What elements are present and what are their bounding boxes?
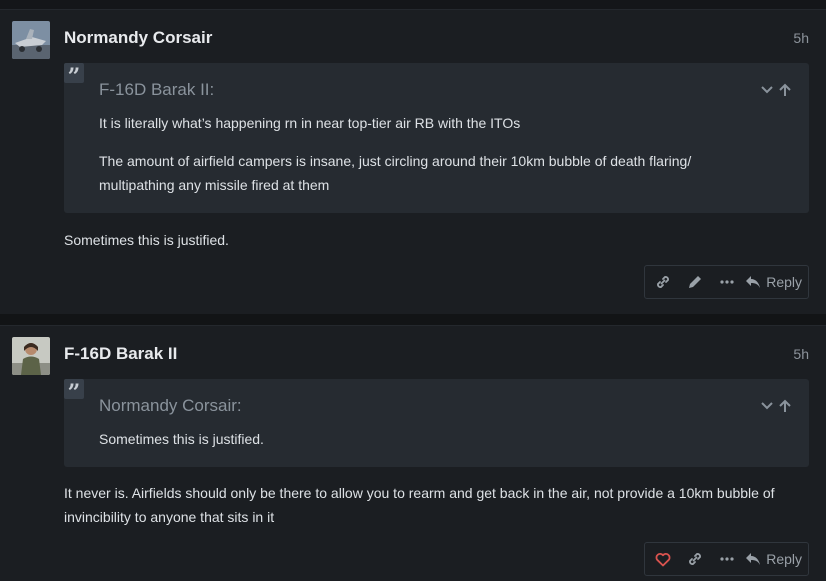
reply-icon [746,553,761,565]
like-heart-icon[interactable] [647,543,679,575]
quote-block: ” Normandy Corsair: Sometimes this is ju… [64,379,809,467]
reply-button[interactable]: Reply [743,274,802,290]
post-body: It never is. Airfields should only be th… [64,485,775,501]
quote-author[interactable]: F-16D Barak II: [99,80,214,100]
username[interactable]: F-16D Barak II [64,344,177,364]
quote-mark-icon: ” [64,63,84,90]
quote-controls [760,397,792,415]
avatar[interactable] [12,337,50,375]
go-to-quoted-arrow-icon[interactable] [778,397,792,414]
link-icon[interactable] [679,543,711,575]
quote-block: ” F-16D Barak II: It is literally what’s… [64,63,809,213]
quote-text: Sometimes this is justified. [99,431,264,447]
edit-icon[interactable] [679,266,711,298]
more-icon[interactable] [711,266,743,298]
post-actions: Reply [644,542,809,576]
post-body: Sometimes this is justified. [64,232,229,248]
post-body: invincibility to anyone that sits in it [64,509,275,525]
quote-author[interactable]: Normandy Corsair: [99,396,242,416]
more-icon[interactable] [711,543,743,575]
quote-text: multipathing any missile fired at them [99,177,330,193]
quote-text: The amount of airfield campers is insane… [99,153,692,169]
expand-chevron-icon[interactable] [760,397,778,414]
reply-icon [746,276,761,288]
post-f16d-barak-ii: F-16D Barak II 5h ” Normandy Corsair: So… [0,325,826,581]
expand-chevron-icon[interactable] [760,81,778,98]
quote-text: It is literally what’s happening rn in n… [99,115,521,131]
quote-mark-icon: ” [64,379,84,406]
reply-button[interactable]: Reply [743,551,802,567]
post-separator [0,314,826,325]
link-icon[interactable] [647,266,679,298]
post-actions: Reply [644,265,809,299]
avatar[interactable] [12,21,50,59]
go-to-quoted-arrow-icon[interactable] [778,81,792,98]
post-time[interactable]: 5h [793,30,809,46]
reply-label: Reply [766,274,802,290]
post-time[interactable]: 5h [793,346,809,362]
quote-controls [760,81,792,99]
post-normandy-corsair: Normandy Corsair 5h ” F-16D Barak II: It… [0,9,826,314]
username[interactable]: Normandy Corsair [64,28,212,48]
reply-label: Reply [766,551,802,567]
